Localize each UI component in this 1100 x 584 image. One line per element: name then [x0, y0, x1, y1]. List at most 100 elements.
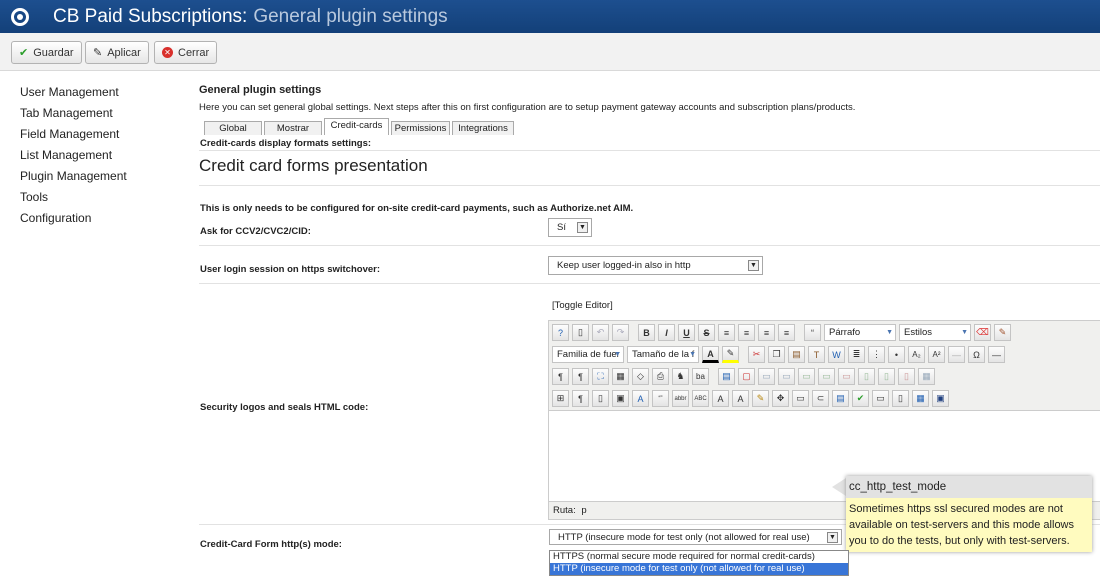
readmore-icon[interactable]: ▯: [892, 390, 909, 407]
acronym-icon[interactable]: ABC: [692, 390, 709, 407]
tab-credit-cards[interactable]: Credit-cards: [324, 118, 389, 135]
close-button[interactable]: ✕ Cerrar: [154, 41, 218, 64]
toggle-editor-link[interactable]: [Toggle Editor]: [552, 300, 613, 311]
style-props-icon[interactable]: A: [632, 390, 649, 407]
select-all-icon[interactable]: ≣: [848, 346, 865, 363]
unordered-list-icon[interactable]: •: [888, 346, 905, 363]
cut-icon[interactable]: ✂: [748, 346, 765, 363]
ins-icon[interactable]: A: [732, 390, 749, 407]
subscript-icon[interactable]: A₂: [908, 346, 925, 363]
italic-icon[interactable]: I: [658, 324, 675, 341]
paste-text-icon[interactable]: T: [808, 346, 825, 363]
bold-icon[interactable]: B: [638, 324, 655, 341]
sidebar-item-field-management[interactable]: Field Management: [20, 126, 180, 147]
new-document-icon[interactable]: ▯: [572, 324, 589, 341]
merge-cells-icon[interactable]: ▦: [918, 368, 935, 385]
save-disk-icon[interactable]: ▣: [932, 390, 949, 407]
path-label: Ruta:: [553, 505, 576, 516]
redo-icon[interactable]: ↷: [612, 324, 629, 341]
rtl-icon[interactable]: ¶: [572, 368, 589, 385]
col-delete-icon[interactable]: ▯: [898, 368, 915, 385]
template-icon[interactable]: ▦: [612, 368, 629, 385]
paste-icon[interactable]: ▤: [788, 346, 805, 363]
ccv-select[interactable]: Sí ▼: [548, 218, 592, 237]
tab-permissions[interactable]: Permissions: [391, 121, 450, 135]
eraser-icon[interactable]: ⌫: [974, 324, 991, 341]
dropdown-option-http[interactable]: HTTP (insecure mode for test only (not a…: [550, 563, 848, 575]
copy-icon[interactable]: ❐: [768, 346, 785, 363]
underline-icon[interactable]: U: [678, 324, 695, 341]
session-select-value: Keep user logged-in also in http: [557, 260, 691, 271]
hr-line-icon[interactable]: ―: [988, 346, 1005, 363]
align-justify-icon[interactable]: ≡: [718, 324, 735, 341]
tab-global[interactable]: Global: [204, 121, 262, 135]
apply-button[interactable]: ✎ Aplicar: [85, 41, 149, 64]
col-after-icon[interactable]: ▯: [878, 368, 895, 385]
cleanup-brush-icon[interactable]: ✎: [994, 324, 1011, 341]
blockquote-icon[interactable]: “: [804, 324, 821, 341]
http-mode-select[interactable]: HTTP (insecure mode for test only (not a…: [549, 529, 842, 545]
dropdown-option-https[interactable]: HTTPS (normal secure mode required for n…: [550, 551, 848, 563]
row-before-icon[interactable]: ▭: [798, 368, 815, 385]
anchor-icon[interactable]: ▭: [792, 390, 809, 407]
styles-select[interactable]: Estilos ▼: [899, 324, 971, 341]
text-color-icon[interactable]: A: [702, 346, 719, 363]
align-center-icon[interactable]: ≡: [738, 324, 755, 341]
fullscreen-icon[interactable]: ⛶: [592, 368, 609, 385]
sidebar-item-configuration[interactable]: Configuration: [20, 210, 180, 231]
row-props-icon[interactable]: ▭: [758, 368, 775, 385]
save-button[interactable]: ✔ Guardar: [11, 41, 82, 64]
table-icon[interactable]: ▤: [718, 368, 735, 385]
sidebar-item-tools[interactable]: Tools: [20, 189, 180, 210]
attributes-icon[interactable]: ✎: [752, 390, 769, 407]
help-icon[interactable]: ?: [552, 324, 569, 341]
spellcheck-icon[interactable]: ✔: [852, 390, 869, 407]
credit-card-forms-title: Credit card forms presentation: [199, 156, 428, 175]
code-icon[interactable]: ◇: [632, 368, 649, 385]
paste-word-icon[interactable]: W: [828, 346, 845, 363]
undo-icon[interactable]: ↶: [592, 324, 609, 341]
ordered-list-icon[interactable]: ⋮: [868, 346, 885, 363]
tab-mostrar[interactable]: Mostrar: [264, 121, 322, 135]
replace-icon[interactable]: ba: [692, 368, 709, 385]
align-left-icon[interactable]: ≡: [758, 324, 775, 341]
print-icon[interactable]: ⎙: [652, 368, 669, 385]
image-icon[interactable]: ▣: [612, 390, 629, 407]
table-delete-icon[interactable]: ▢: [738, 368, 755, 385]
cite-icon[interactable]: “”: [652, 390, 669, 407]
font-size-select[interactable]: Tamaño de la f ▼: [627, 346, 699, 363]
sidebar-item-tab-management[interactable]: Tab Management: [20, 105, 180, 126]
show-blocks-icon[interactable]: ¶: [572, 390, 589, 407]
row-after-icon[interactable]: ▭: [818, 368, 835, 385]
col-before-icon[interactable]: ▯: [858, 368, 875, 385]
media-icon[interactable]: ▤: [832, 390, 849, 407]
pagebreak-icon[interactable]: ▦: [912, 390, 929, 407]
visual-aid-icon[interactable]: ⊞: [552, 390, 569, 407]
abbr-icon[interactable]: abbr: [672, 390, 689, 407]
omega-icon[interactable]: Ω: [968, 346, 985, 363]
sidebar-item-plugin-management[interactable]: Plugin Management: [20, 168, 180, 189]
preview-icon[interactable]: ▯: [592, 390, 609, 407]
row-delete-icon[interactable]: ▭: [838, 368, 855, 385]
hr-box-icon[interactable]: ▭: [872, 390, 889, 407]
font-family-select-value: Familia de fuer: [557, 349, 620, 360]
tab-integrations[interactable]: Integrations: [452, 121, 514, 135]
horizontal-rule-icon[interactable]: —: [948, 346, 965, 363]
font-family-select[interactable]: Familia de fuer ▼: [552, 346, 624, 363]
align-right-icon[interactable]: ≡: [778, 324, 795, 341]
del-icon[interactable]: A: [712, 390, 729, 407]
strikethrough-icon[interactable]: S: [698, 324, 715, 341]
session-select[interactable]: Keep user logged-in also in http ▼: [548, 256, 763, 275]
http-mode-dropdown-list: HTTPS (normal secure mode required for n…: [549, 550, 849, 576]
cell-props-icon[interactable]: ▭: [778, 368, 795, 385]
main-content: General plugin settings Here you can set…: [199, 84, 1100, 550]
layer-icon[interactable]: ✥: [772, 390, 789, 407]
ltr-icon[interactable]: ¶: [552, 368, 569, 385]
format-select[interactable]: Párrafo ▼: [824, 324, 896, 341]
sidebar-item-list-management[interactable]: List Management: [20, 147, 180, 168]
highlight-color-icon[interactable]: ✎: [722, 346, 739, 363]
sidebar-item-user-management[interactable]: User Management: [20, 84, 180, 105]
find-icon[interactable]: ♞: [672, 368, 689, 385]
link-icon[interactable]: ⊂: [812, 390, 829, 407]
superscript-icon[interactable]: A²: [928, 346, 945, 363]
